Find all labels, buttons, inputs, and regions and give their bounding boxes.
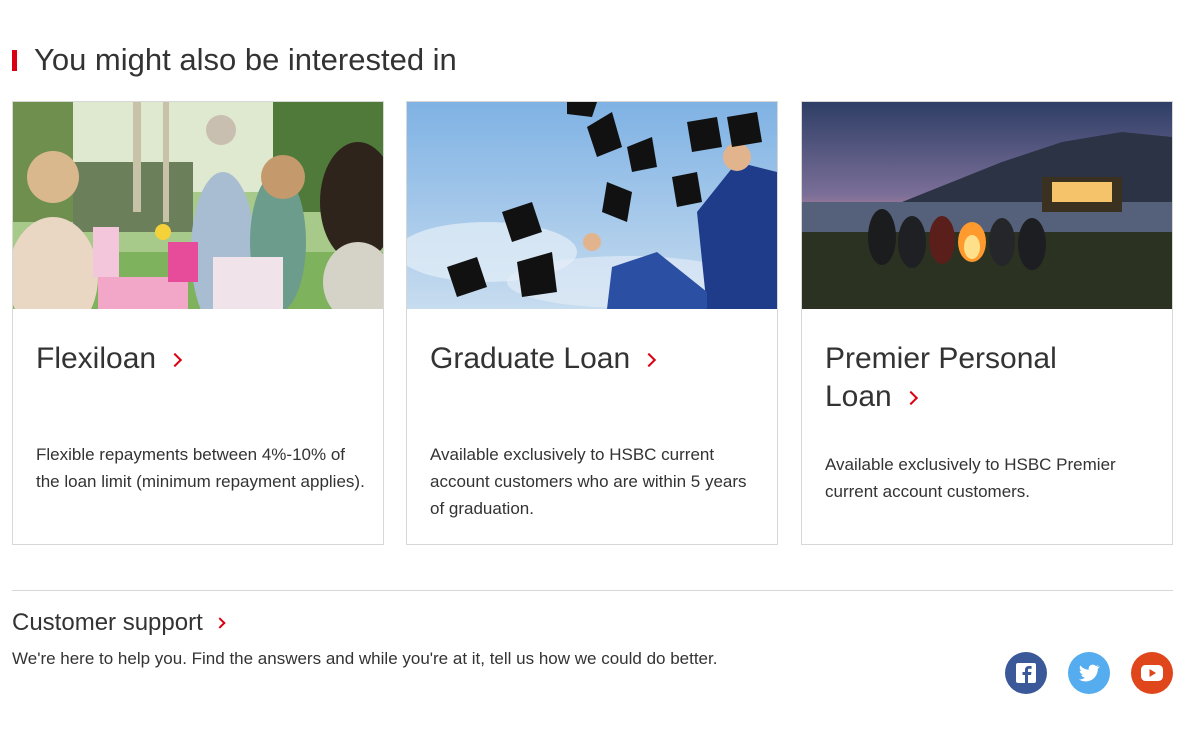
twitter-icon[interactable]	[1068, 652, 1110, 694]
section-title-text: You might also be interested in	[34, 42, 457, 77]
chevron-right-icon	[167, 352, 183, 368]
graduate-loan-title[interactable]: Graduate Loan	[430, 340, 750, 378]
facebook-icon[interactable]	[1005, 652, 1047, 694]
graduate-loan-description: Available exclusively to HSBC current ac…	[430, 445, 747, 518]
product-cards: Flexiloan Flexible repayments between 4%…	[12, 101, 1173, 545]
section-divider	[12, 590, 1173, 591]
premier-loan-description: Available exclusively to HSBC Premier cu…	[825, 455, 1116, 501]
card-premier-personal-loan[interactable]: Premier Personal Loan Available exclusiv…	[801, 101, 1173, 545]
flexiloan-description: Flexible repayments between 4%-10% of th…	[36, 445, 365, 491]
customer-support-link[interactable]: Customer support	[12, 607, 226, 639]
premier-loan-image	[802, 102, 1172, 309]
chevron-right-icon	[642, 352, 657, 368]
heading-accent-bar	[12, 49, 17, 71]
premier-loan-title[interactable]: Premier Personal Loan	[825, 340, 1145, 416]
youtube-icon[interactable]	[1131, 652, 1173, 694]
flexiloan-image	[13, 102, 383, 309]
section-heading: You might also be interested in	[12, 40, 457, 80]
graduate-loan-image	[407, 102, 777, 309]
flexiloan-title[interactable]: Flexiloan	[36, 340, 356, 378]
card-flexiloan[interactable]: Flexiloan Flexible repayments between 4%…	[12, 101, 384, 545]
customer-support-text: We're here to help you. Find the answers…	[12, 649, 718, 668]
card-graduate-loan[interactable]: Graduate Loan Available exclusively to H…	[406, 101, 778, 545]
chevron-right-icon	[214, 617, 226, 629]
chevron-right-icon	[903, 390, 918, 406]
